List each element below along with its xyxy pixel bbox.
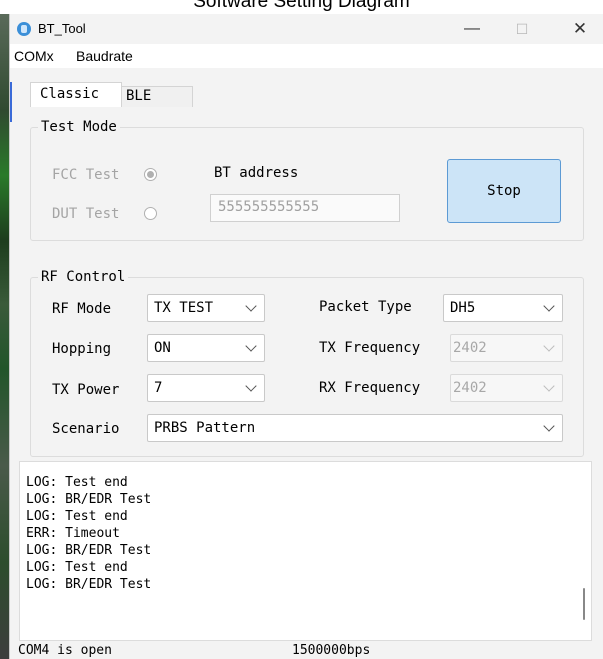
dut-test-label: DUT Test bbox=[52, 206, 120, 222]
close-button[interactable]: ✕ bbox=[557, 14, 603, 44]
status-bar: COM4 is open 1500000bps bbox=[10, 641, 603, 659]
log-line: LOG: Test end bbox=[26, 560, 128, 575]
hopping-select[interactable]: ON bbox=[147, 334, 265, 362]
tab-classic-label: Classic bbox=[40, 86, 100, 102]
chevron-down-icon bbox=[543, 380, 555, 392]
scenario-label: Scenario bbox=[52, 421, 120, 437]
tx-power-value: 7 bbox=[154, 380, 163, 396]
log-output[interactable]: LOG: Test end LOG: BR/EDR Test LOG: Test… bbox=[19, 461, 592, 641]
tx-frequency-select[interactable]: 2402 bbox=[450, 334, 563, 362]
focus-accent bbox=[10, 82, 12, 122]
tab-classic[interactable]: Classic bbox=[30, 82, 122, 107]
log-scrollbar-thumb[interactable] bbox=[583, 588, 585, 620]
log-line: LOG: BR/EDR Test bbox=[26, 492, 152, 507]
rf-mode-label: RF Mode bbox=[52, 301, 112, 317]
rx-frequency-value: 2402 bbox=[453, 380, 487, 396]
chevron-down-icon bbox=[543, 340, 555, 352]
menu-baudrate[interactable]: Baudrate bbox=[76, 48, 133, 64]
main-content: Classic BLE Test Mode FCC Test DUT Test … bbox=[10, 68, 603, 659]
tx-frequency-value: 2402 bbox=[453, 340, 487, 356]
tab-ble-label: BLE bbox=[126, 88, 152, 104]
chevron-down-icon bbox=[543, 420, 555, 432]
packet-type-select[interactable]: DH5 bbox=[443, 294, 563, 322]
tx-power-label: TX Power bbox=[52, 382, 120, 398]
port-status: COM4 is open bbox=[18, 643, 112, 658]
fcc-test-radio[interactable] bbox=[144, 168, 157, 181]
chevron-down-icon bbox=[245, 340, 257, 352]
menu-comx[interactable]: COMx bbox=[14, 48, 54, 64]
rx-frequency-label: RX Frequency bbox=[319, 380, 421, 396]
hopping-label: Hopping bbox=[52, 341, 112, 357]
figure-caption: Software Setting Diagram bbox=[193, 0, 410, 12]
test-mode-legend: Test Mode bbox=[38, 119, 120, 135]
dut-test-radio[interactable] bbox=[144, 207, 157, 220]
log-line: LOG: BR/EDR Test bbox=[26, 543, 152, 558]
tx-power-select[interactable]: 7 bbox=[147, 374, 265, 402]
hopping-value: ON bbox=[154, 340, 171, 356]
bt-address-value: 555555555555 bbox=[218, 199, 320, 215]
stop-button[interactable]: Stop bbox=[447, 159, 561, 223]
log-line: LOG: Test end bbox=[26, 475, 128, 490]
bt-address-field[interactable]: 555555555555 bbox=[210, 194, 400, 222]
menu-bar: COMx Baudrate bbox=[10, 44, 603, 68]
chevron-down-icon bbox=[543, 300, 555, 312]
bt-address-label: BT address bbox=[214, 165, 299, 181]
background-strip bbox=[0, 14, 9, 659]
fcc-test-label: FCC Test bbox=[52, 167, 120, 183]
scenario-select[interactable]: PRBS Pattern bbox=[147, 414, 563, 442]
packet-type-label: Packet Type bbox=[319, 299, 412, 315]
app-icon bbox=[17, 22, 31, 36]
scenario-value: PRBS Pattern bbox=[154, 420, 256, 436]
maximize-button[interactable]: ☐ bbox=[499, 14, 545, 44]
log-line: LOG: BR/EDR Test bbox=[26, 577, 152, 592]
log-line: LOG: Test end bbox=[26, 509, 128, 524]
title-bar[interactable]: BT_Tool — ☐ ✕ bbox=[10, 14, 603, 44]
chevron-down-icon bbox=[245, 380, 257, 392]
rf-control-legend: RF Control bbox=[38, 269, 129, 285]
baud-status: 1500000bps bbox=[292, 643, 371, 658]
rx-frequency-select[interactable]: 2402 bbox=[450, 374, 563, 402]
rf-mode-select[interactable]: TX TEST bbox=[147, 294, 265, 322]
packet-type-value: DH5 bbox=[450, 300, 476, 316]
minimize-button[interactable]: — bbox=[449, 14, 495, 44]
log-line: ERR: Timeout bbox=[26, 526, 120, 541]
app-window: BT_Tool — ☐ ✕ COMx Baudrate Classic BLE … bbox=[9, 14, 603, 659]
tab-ble[interactable]: BLE bbox=[121, 86, 193, 107]
tx-frequency-label: TX Frequency bbox=[319, 340, 421, 356]
rf-mode-value: TX TEST bbox=[154, 300, 214, 316]
window-title: BT_Tool bbox=[38, 21, 86, 36]
chevron-down-icon bbox=[245, 300, 257, 312]
